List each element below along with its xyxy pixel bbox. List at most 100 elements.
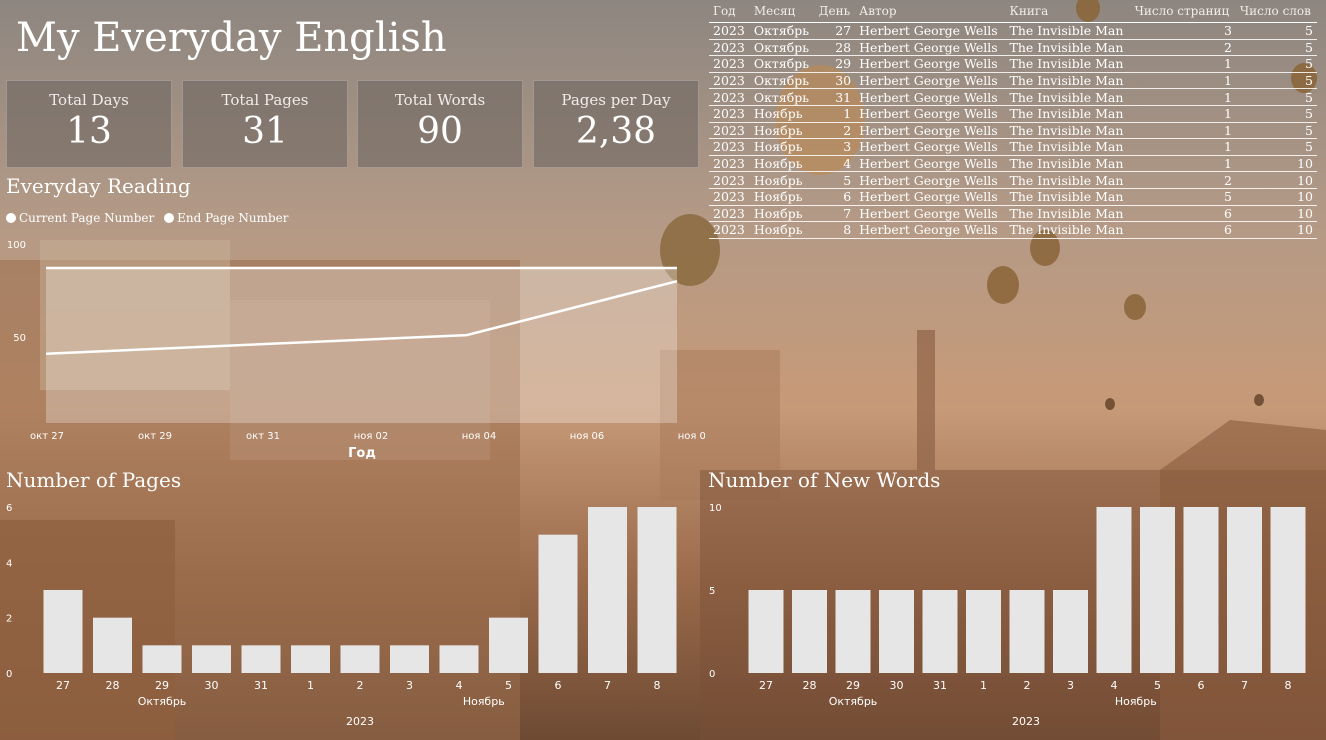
x-tick-label: 5 bbox=[1154, 679, 1161, 692]
col-header-pages[interactable]: Число страниц bbox=[1130, 0, 1236, 23]
table-cell: The Invisible Man bbox=[1005, 88, 1131, 106]
table-cell: The Invisible Man bbox=[1005, 55, 1131, 73]
col-header-words[interactable]: Число слов bbox=[1235, 0, 1317, 23]
table-cell: Ноябрь bbox=[749, 155, 815, 173]
col-header-author[interactable]: Автор bbox=[855, 0, 1006, 23]
x-group-label: Ноябрь bbox=[463, 695, 505, 708]
x-tick-label: 7 bbox=[1241, 679, 1248, 692]
bar[interactable] bbox=[489, 617, 528, 673]
table-row[interactable]: 2023 Октябрь 30 Herbert George Wells The Inv… bbox=[709, 72, 1317, 90]
table-row[interactable]: 2023 Ноябрь 3 Herbert George Wells The Invis… bbox=[709, 138, 1317, 156]
table-cell: 29 bbox=[814, 55, 856, 73]
x-tick-label: 1 bbox=[980, 679, 987, 692]
col-header-day[interactable]: День bbox=[814, 0, 856, 23]
bar[interactable] bbox=[538, 534, 578, 673]
x-year-label: 2023 bbox=[346, 715, 374, 728]
table-row[interactable]: 2023 Октябрь 28 Herbert George Wells The Inv… bbox=[709, 39, 1317, 57]
x-tick-label: 31 bbox=[933, 679, 947, 692]
bar[interactable] bbox=[1096, 507, 1132, 673]
table-row[interactable]: 2023 Октябрь 29 Herbert George Wells The Inv… bbox=[709, 55, 1317, 73]
table-cell: 31 bbox=[814, 88, 856, 106]
bar[interactable] bbox=[142, 645, 182, 673]
bar[interactable] bbox=[291, 645, 330, 673]
bar[interactable] bbox=[835, 590, 871, 673]
table-cell: 4 bbox=[814, 155, 856, 173]
bar[interactable] bbox=[1183, 507, 1219, 673]
bar[interactable] bbox=[879, 590, 914, 673]
table-row[interactable]: 2023 Ноябрь 8 Herbert George Wells The Invis… bbox=[709, 221, 1317, 239]
table-cell: Herbert George Wells bbox=[855, 155, 1006, 173]
x-tick-label: 30 bbox=[205, 679, 219, 692]
col-header-year[interactable]: Год bbox=[709, 0, 750, 23]
table-cell: 5 bbox=[1235, 72, 1317, 90]
table-cell: 8 bbox=[814, 221, 856, 239]
x-tick-label: 3 bbox=[406, 679, 413, 692]
table-cell: 10 bbox=[1235, 221, 1317, 239]
bar[interactable] bbox=[93, 617, 132, 673]
legend-label: Current Page Number bbox=[19, 211, 155, 225]
table-cell: 2 bbox=[1130, 39, 1236, 57]
bar[interactable] bbox=[241, 645, 281, 673]
table-header-row: Год Месяц День Автор Книга Число страниц… bbox=[709, 0, 1317, 23]
table-cell: 5 bbox=[1235, 55, 1317, 73]
table-cell: 2023 bbox=[709, 205, 750, 223]
bar[interactable] bbox=[922, 590, 958, 673]
table-cell: 2023 bbox=[709, 221, 750, 239]
bar[interactable] bbox=[1009, 590, 1045, 673]
bar[interactable] bbox=[588, 507, 627, 673]
col-header-book[interactable]: Книга bbox=[1005, 0, 1131, 23]
legend-item-end-page[interactable]: End Page Number bbox=[164, 211, 289, 225]
kpi-value: 2,38 bbox=[575, 111, 657, 152]
y-tick-label: 6 bbox=[6, 503, 12, 514]
x-tick-label: 28 bbox=[106, 679, 120, 692]
words-chart-title: Number of New Words bbox=[708, 468, 941, 492]
table-row[interactable]: 2023 Ноябрь 1 Herbert George Wells The Invis… bbox=[709, 105, 1317, 123]
table-row[interactable]: 2023 Ноябрь 5 Herbert George Wells The Invis… bbox=[709, 171, 1317, 189]
bar[interactable] bbox=[390, 645, 429, 673]
table-row[interactable]: 2023 Октябрь 27 Herbert George Wells The Inv… bbox=[709, 22, 1317, 40]
x-group-label: Октябрь bbox=[829, 695, 878, 708]
bar[interactable] bbox=[966, 590, 1001, 673]
x-tick-label: 29 bbox=[846, 679, 860, 692]
kpi-card-total-words: Total Words 90 bbox=[357, 80, 523, 168]
table-row[interactable]: 2023 Ноябрь 2 Herbert George Wells The Invis… bbox=[709, 122, 1317, 140]
col-header-month[interactable]: Месяц bbox=[749, 0, 815, 23]
bar[interactable] bbox=[1227, 507, 1262, 673]
table-cell: 10 bbox=[1235, 171, 1317, 189]
bar[interactable] bbox=[340, 645, 380, 673]
y-tick-label: 0 bbox=[709, 669, 715, 680]
bar[interactable] bbox=[1053, 590, 1088, 673]
x-group-label: Октябрь bbox=[138, 695, 187, 708]
kpi-card-total-pages: Total Pages 31 bbox=[182, 80, 348, 168]
end-page-band bbox=[46, 268, 677, 423]
table-cell: The Invisible Man bbox=[1005, 105, 1131, 123]
table-cell: The Invisible Man bbox=[1005, 155, 1131, 173]
table-row[interactable]: 2023 Октябрь 31 Herbert George Wells The Inv… bbox=[709, 88, 1317, 106]
bar[interactable] bbox=[439, 645, 479, 673]
x-tick-label: 2 bbox=[357, 679, 364, 692]
bar[interactable] bbox=[748, 590, 784, 673]
x-tick-label: окт 27 bbox=[30, 431, 64, 442]
table-row[interactable]: 2023 Ноябрь 7 Herbert George Wells The Invis… bbox=[709, 205, 1317, 223]
table-cell: 1 bbox=[1130, 88, 1236, 106]
table-cell: 5 bbox=[1235, 105, 1317, 123]
legend-item-current-page[interactable]: Current Page Number bbox=[6, 211, 154, 225]
kpi-label: Total Words bbox=[394, 91, 486, 109]
bar[interactable] bbox=[1140, 507, 1175, 673]
table-cell: 1 bbox=[1130, 122, 1236, 140]
reading-line-chart: 50 100 окт 27 окт 29 окт 31 ноя 02 ноя 04 ноя 0… bbox=[7, 240, 705, 461]
bar[interactable] bbox=[192, 645, 231, 673]
bar[interactable] bbox=[792, 590, 827, 673]
legend-dot-icon bbox=[164, 213, 175, 223]
kpi-label: Total Pages bbox=[221, 91, 309, 109]
table-cell: 1 bbox=[1130, 105, 1236, 123]
bar[interactable] bbox=[43, 590, 83, 673]
table-row[interactable]: 2023 Ноябрь 6 Herbert George Wells The Invis… bbox=[709, 188, 1317, 206]
reading-chart-legend: Current Page Number End Page Number bbox=[6, 211, 295, 225]
table-cell: Ноябрь bbox=[749, 105, 815, 123]
bar[interactable] bbox=[637, 507, 677, 673]
table-cell: Herbert George Wells bbox=[855, 22, 1006, 40]
table-cell: The Invisible Man bbox=[1005, 221, 1131, 239]
table-row[interactable]: 2023 Ноябрь 4 Herbert George Wells The Invis… bbox=[709, 155, 1317, 173]
bar[interactable] bbox=[1270, 507, 1306, 673]
